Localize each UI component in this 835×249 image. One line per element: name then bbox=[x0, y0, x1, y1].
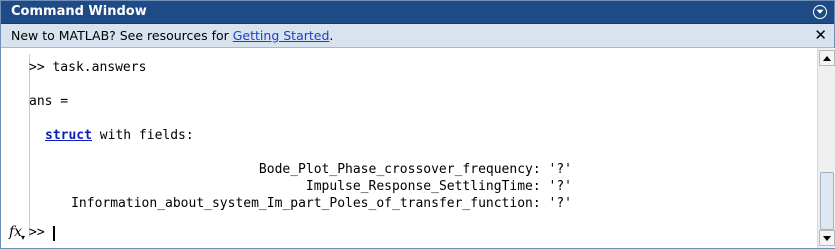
console-output[interactable]: >> task.answers ans = struct with fields… bbox=[1, 48, 817, 248]
command-prompt: >> bbox=[29, 225, 45, 240]
chevron-down-icon[interactable]: ▾ bbox=[21, 233, 25, 242]
field-row: Impulse_Response_SettlingTime: '?' bbox=[305, 179, 572, 194]
window-title: Command Window bbox=[11, 4, 147, 19]
banner-text: New to MATLAB? See resources for bbox=[11, 28, 233, 43]
ans-line: ans = bbox=[29, 94, 69, 109]
text-cursor bbox=[53, 226, 55, 241]
arrow-down-icon[interactable] bbox=[819, 230, 835, 246]
field-row: Bode_Plot_Phase_crossover_frequency: '?' bbox=[258, 162, 572, 177]
close-icon[interactable]: ✕ bbox=[814, 26, 827, 44]
struct-link[interactable]: struct bbox=[45, 128, 92, 143]
scrollbar-thumb[interactable] bbox=[820, 172, 834, 230]
struct-line: struct with fields: bbox=[45, 127, 194, 144]
chevron-down-circle-icon[interactable] bbox=[813, 5, 827, 19]
field-row: Information_about_system_Im_part_Poles_o… bbox=[71, 196, 572, 211]
getting-started-link[interactable]: Getting Started bbox=[233, 28, 330, 43]
struct-rest: with fields: bbox=[91, 128, 194, 143]
vertical-scrollbar[interactable] bbox=[817, 48, 835, 248]
gutter-divider bbox=[29, 54, 30, 237]
info-banner: New to MATLAB? See resources for Getting… bbox=[1, 24, 834, 48]
title-bar: Command Window bbox=[1, 1, 834, 24]
prompt-row[interactable]: fx ▾ >> bbox=[1, 224, 817, 244]
arrow-up-icon[interactable] bbox=[819, 50, 835, 66]
command-line: >> task.answers bbox=[29, 60, 147, 75]
banner-message: New to MATLAB? See resources for Getting… bbox=[11, 28, 333, 43]
command-window: Command Window New to MATLAB? See resour… bbox=[0, 0, 835, 249]
banner-period: . bbox=[329, 28, 334, 43]
